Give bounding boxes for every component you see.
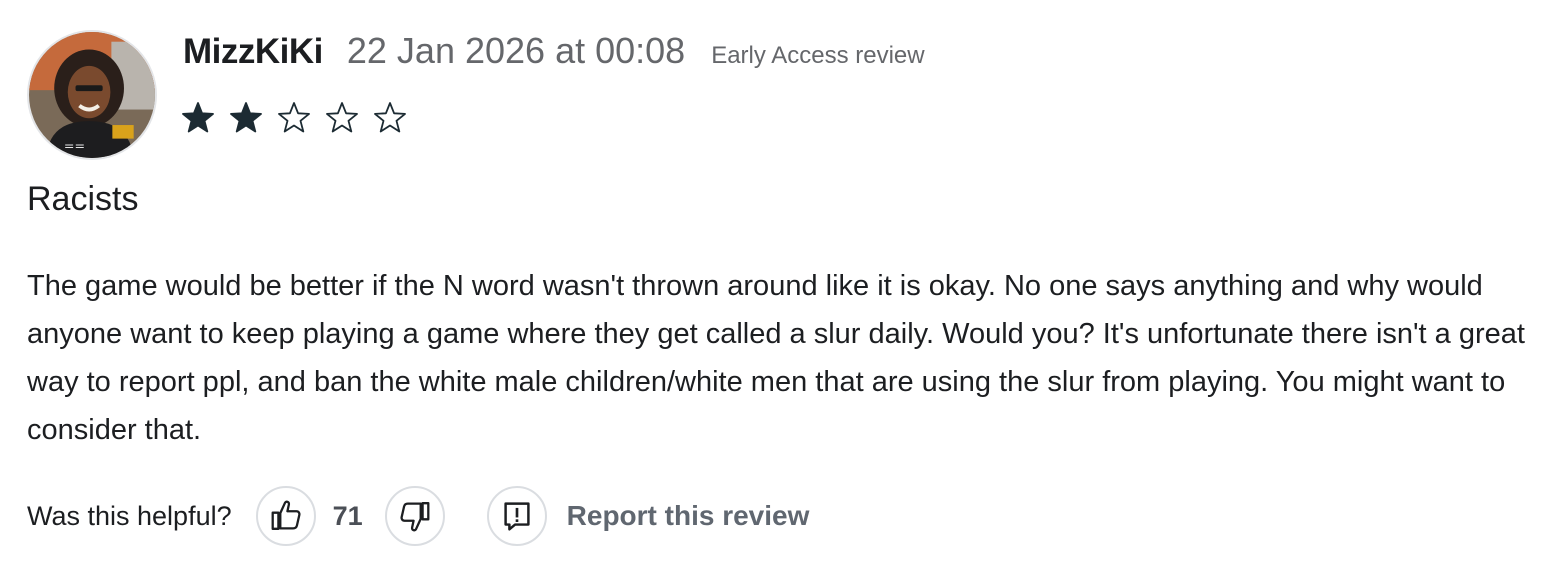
thumbs-down-icon xyxy=(400,502,430,532)
review-card: == MizzKiKi 22 Jan 2026 at 00:08 Early A… xyxy=(0,0,1563,564)
svg-text:==: == xyxy=(64,138,85,153)
report-flag-icon xyxy=(504,502,530,531)
star-outline-icon xyxy=(277,101,311,135)
thumbs-up-icon xyxy=(271,500,301,530)
review-date: 22 Jan 2026 at 00:08 xyxy=(346,30,686,71)
helpful-label: Was this helpful? xyxy=(27,500,232,531)
review-title: Racists xyxy=(27,180,139,218)
review-header: MizzKiKi 22 Jan 2026 at 00:08 Early Acce… xyxy=(183,30,925,80)
review-body: The game would be better if the N word w… xyxy=(27,270,1525,446)
thumbs-down-button[interactable] xyxy=(384,486,445,546)
star-outline-icon xyxy=(325,101,359,135)
thumbs-up-button[interactable] xyxy=(255,486,316,546)
star-outline-icon xyxy=(373,101,407,135)
star-filled-icon xyxy=(181,101,215,135)
report-review-link[interactable]: Report this review xyxy=(567,500,810,532)
review-footer: Was this helpful? 71 Report this review xyxy=(27,484,809,548)
star-filled-icon xyxy=(229,101,263,135)
star-rating xyxy=(181,101,421,135)
avatar[interactable]: == xyxy=(27,30,157,160)
reviewer-name[interactable]: MizzKiKi xyxy=(183,32,323,72)
report-button[interactable] xyxy=(486,486,547,546)
early-access-badge: Early Access review xyxy=(711,42,925,69)
helpful-count: 71 xyxy=(332,500,363,531)
